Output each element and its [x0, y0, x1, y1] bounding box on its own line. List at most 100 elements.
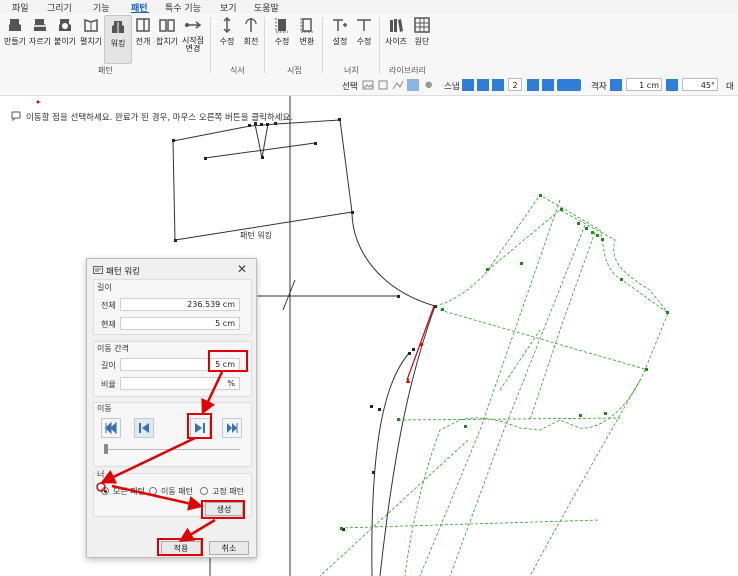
interval-section-title: 이동 간격	[97, 344, 129, 353]
select-image-icon[interactable]	[362, 79, 374, 91]
move-prev-button[interactable]	[134, 418, 154, 438]
instruction-text: 이동할 점을 선택하세요. 완료가 된 경우, 마우스 오른쪽 버튼을 클릭하세…	[26, 113, 294, 123]
snap-cross-icon[interactable]	[477, 79, 489, 91]
radio-all-patterns[interactable]	[101, 487, 109, 495]
pattern-outline	[379, 305, 436, 576]
select-label: 선택	[342, 82, 358, 92]
message-icon	[11, 111, 21, 121]
radio-moving-label: 이동 패턴	[161, 487, 193, 496]
pattern-merge-icon	[159, 19, 175, 32]
ratio-label: 비율	[101, 380, 116, 389]
pattern-make-button[interactable]: 만들기	[2, 16, 28, 60]
select-dot-icon[interactable]: ●	[425, 80, 432, 90]
pattern-cut-button[interactable]: 자르기	[27, 16, 53, 60]
menu-bar: 파일 그리기 기능 패턴 특수 기능 보기 도움말	[0, 0, 738, 14]
snap-label: 스냅	[444, 82, 460, 92]
pattern-join-icon	[59, 19, 71, 31]
pattern-unfold-button[interactable]: 전개	[130, 16, 156, 60]
snap-toggle[interactable]	[557, 79, 581, 91]
move-first-button[interactable]	[101, 418, 121, 438]
notch-edit-icon	[357, 19, 371, 31]
radio-fixed-pattern[interactable]	[200, 487, 208, 495]
notch	[282, 279, 296, 311]
grainline-rotate-icon	[245, 18, 257, 32]
ribbon: 만들기 자르기 붙이기 펼치기 워킹 전개 합치기 시작점 변경 패턴 수정 회…	[0, 13, 738, 76]
select-point-icon[interactable]	[377, 79, 389, 91]
cursor-marker	[36, 100, 40, 104]
dialog-title: 패턴 워킹	[106, 267, 140, 277]
interval-length-label: 길이	[101, 361, 116, 370]
close-icon[interactable]: ✕	[237, 262, 247, 276]
length-section-title: 길이	[97, 283, 112, 292]
property-bar: 선택 ● 스냅 2 격자 1 cm 45° 대	[0, 75, 738, 96]
grid-label: 격자	[591, 82, 607, 92]
snap-perpendicular-icon[interactable]	[527, 79, 539, 91]
radio-fixed-label: 고정 패턴	[212, 487, 244, 496]
grainline-rotate-button[interactable]: 회전	[238, 16, 264, 60]
start-point-change-button[interactable]: 시작점 변경	[178, 16, 208, 60]
annotation-box-interval	[208, 350, 248, 372]
notch-set-icon	[333, 19, 347, 31]
start-point-icon	[185, 21, 202, 29]
canvas-pattern-label: 패턴 워킹	[240, 230, 272, 240]
group-separator	[210, 17, 211, 73]
total-length-field: 236.539 cm	[120, 298, 240, 311]
notch-edit-button[interactable]: 수정	[351, 16, 377, 60]
pattern-walk-button[interactable]: 워킹	[104, 15, 132, 64]
skip-back-icon	[105, 421, 117, 435]
pattern-spread-button[interactable]: 펼치기	[78, 16, 104, 60]
angle-input[interactable]: 45°	[682, 78, 718, 91]
seam-convert-button[interactable]: 변환	[294, 16, 320, 60]
total-label: 전체	[101, 301, 116, 310]
move-slider-track[interactable]	[104, 449, 240, 450]
radio-all-label: 모든 패턴	[113, 487, 145, 496]
pattern-join-button[interactable]: 붙이기	[52, 16, 78, 60]
grainline-edit-button[interactable]: 수정	[214, 16, 240, 60]
cancel-button[interactable]: 취소	[209, 541, 249, 555]
pattern-walk-icon	[112, 21, 124, 33]
move-section-title: 이동	[97, 404, 112, 413]
angle-icon[interactable]	[666, 79, 678, 91]
walked-line	[419, 199, 561, 576]
snap-circle-icon[interactable]	[542, 79, 554, 91]
annotation-box-next	[187, 413, 212, 439]
notch-set-button[interactable]: 설정	[327, 16, 353, 60]
fabric-library-button[interactable]: 원단	[409, 16, 435, 60]
walked-line	[439, 309, 649, 371]
radio-moving-pattern[interactable]	[149, 487, 157, 495]
seam-convert-icon	[300, 18, 313, 33]
seam-edit-button[interactable]: 수정	[269, 16, 295, 60]
grid-size-input[interactable]: 1 cm	[626, 78, 662, 91]
grainline-edit-icon	[223, 16, 231, 34]
walked-line	[319, 439, 469, 576]
walked-pattern	[487, 209, 669, 314]
target-section-title: 너	[97, 470, 105, 479]
grid-icon[interactable]	[610, 79, 622, 91]
select-curve-icon[interactable]	[392, 79, 404, 91]
pattern-unfold-icon	[136, 18, 150, 32]
annotation-box-create	[201, 500, 245, 519]
move-last-button[interactable]	[222, 418, 242, 438]
move-slider-thumb[interactable]	[104, 444, 108, 454]
fabric-library-icon	[414, 17, 430, 33]
size-library-button[interactable]: 사이즈	[383, 16, 409, 60]
skip-forward-icon	[227, 423, 238, 433]
walked-line	[529, 379, 641, 576]
dart-line	[254, 123, 269, 159]
pattern-cut-icon	[33, 19, 47, 31]
annotation-box-apply	[157, 538, 203, 556]
pattern-make-icon	[9, 19, 21, 31]
current-length-field: 5 cm	[120, 317, 240, 330]
walked-line	[499, 329, 541, 391]
seam-edit-icon	[275, 18, 288, 33]
ratio-input[interactable]: %	[120, 377, 240, 390]
walked-pattern	[404, 194, 669, 576]
pattern-spread-icon	[84, 18, 98, 32]
group-separator	[379, 17, 380, 73]
select-line-icon[interactable]	[407, 79, 419, 91]
pattern-outline	[371, 351, 411, 576]
pattern-merge-button[interactable]: 합치기	[154, 16, 180, 60]
snap-count-input[interactable]: 2	[508, 78, 522, 91]
snap-mid-icon[interactable]	[492, 79, 504, 91]
snap-end-icon[interactable]	[462, 79, 474, 91]
